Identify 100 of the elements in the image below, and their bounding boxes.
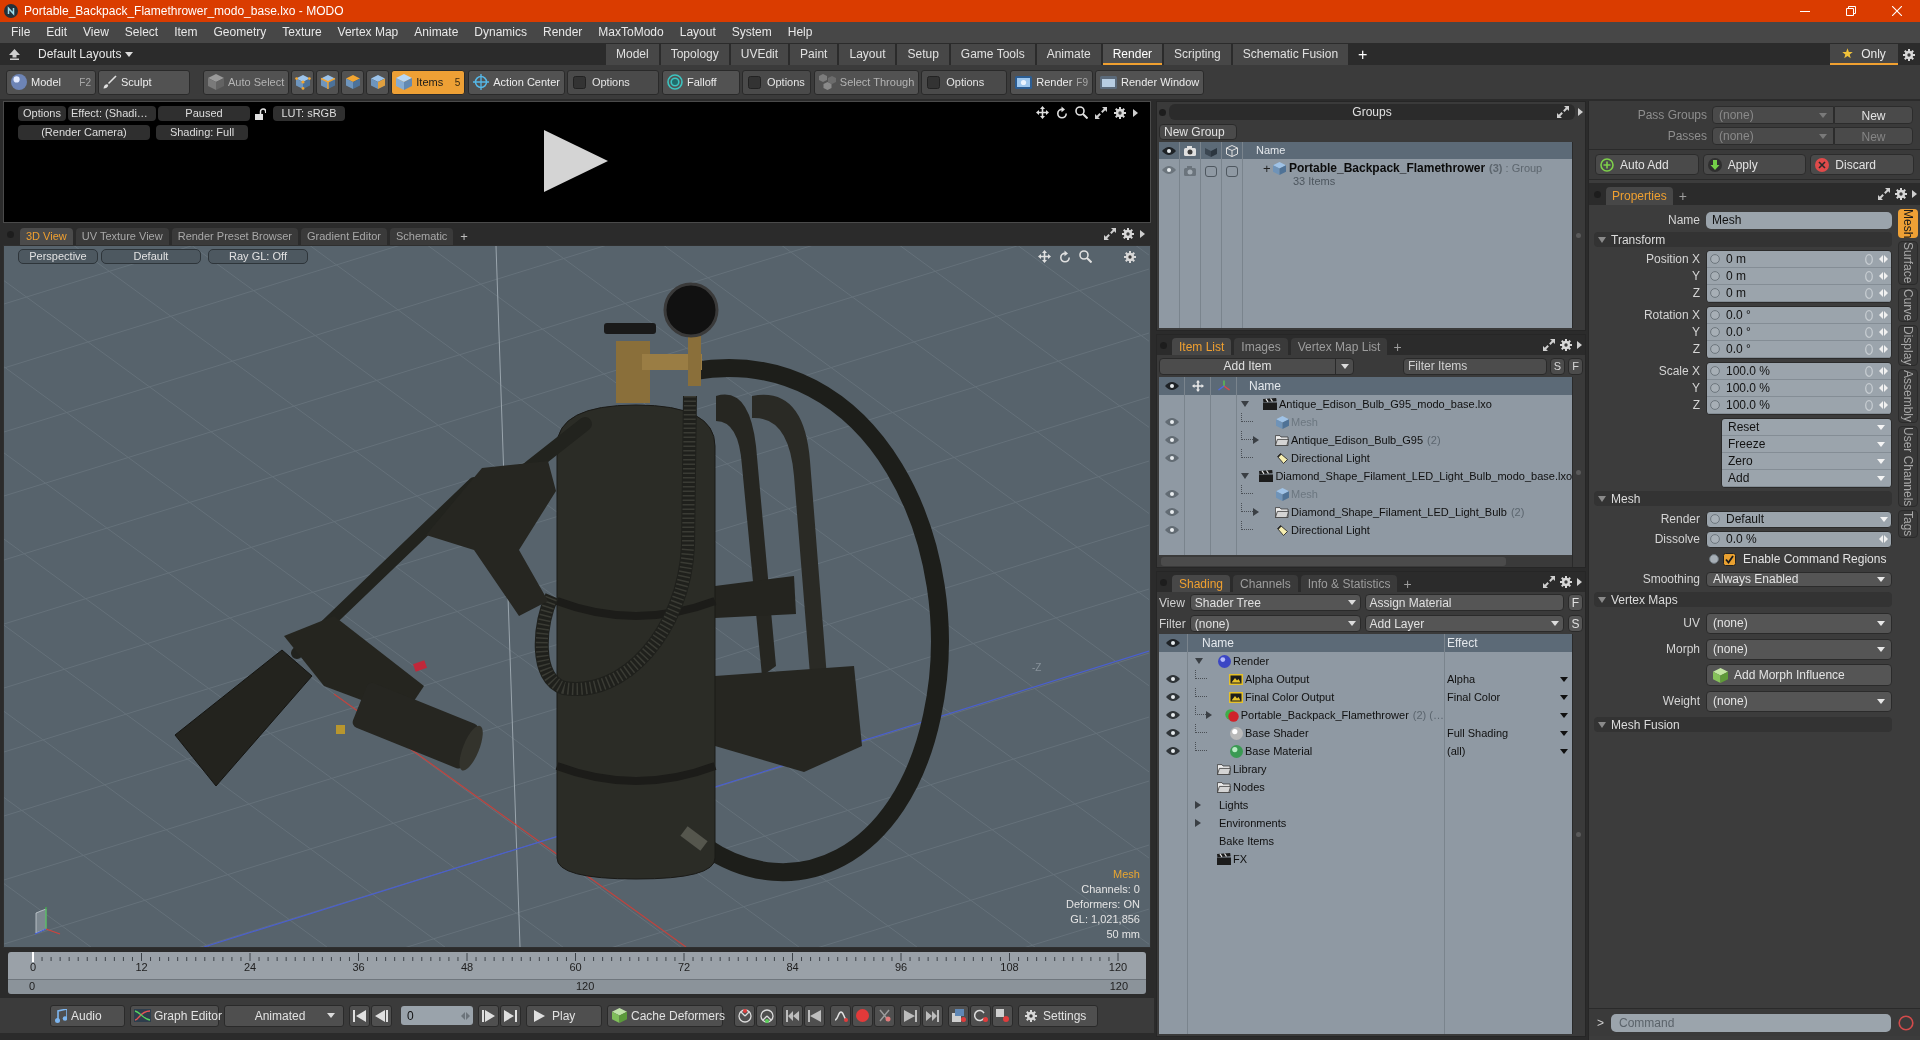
side-tab[interactable]: Mesh	[1898, 209, 1918, 239]
toggle-box-icon[interactable]	[1226, 166, 1238, 177]
menu-item[interactable]: System	[723, 22, 780, 43]
previous-key-button[interactable]	[734, 1004, 755, 1027]
scrollbar-grip[interactable]	[1575, 831, 1581, 837]
settings-icon[interactable]	[1903, 48, 1915, 61]
menu-item[interactable]: View	[75, 22, 117, 43]
previous-frame-key-button[interactable]	[804, 1004, 825, 1027]
toolbar-button[interactable]: Sculpt	[98, 69, 190, 95]
eye-icon[interactable]	[1166, 747, 1180, 755]
toggle-box-icon[interactable]	[1205, 166, 1217, 177]
panel-tab[interactable]: Images	[1234, 338, 1288, 355]
skip-to-end-button[interactable]	[500, 1004, 521, 1027]
caret-right-icon[interactable]	[1195, 801, 1201, 809]
skip-to-start-button[interactable]	[349, 1004, 370, 1027]
menu-item[interactable]: Layout	[671, 22, 724, 43]
settings-icon[interactable]	[1560, 339, 1572, 351]
effect-dropdown[interactable]: Effect: (Shadi…	[68, 106, 156, 121]
arrow-up-icon[interactable]	[9, 48, 20, 60]
caret-down-icon[interactable]	[1598, 236, 1606, 243]
step-forward-button[interactable]	[478, 1004, 499, 1027]
viewport-tab[interactable]: Gradient Editor	[301, 228, 387, 245]
menu-item[interactable]: MaxToModo	[590, 22, 672, 43]
maximize-icon[interactable]	[1557, 106, 1569, 118]
selection-mode-button[interactable]	[316, 69, 340, 95]
toolbar-button[interactable]: Model F2	[6, 69, 96, 95]
caret-down-icon[interactable]	[1598, 495, 1606, 502]
lut-button[interactable]: LUT: sRGB	[273, 106, 345, 121]
menu-item[interactable]: Render	[535, 22, 591, 43]
panel-tab[interactable]: Item List	[1172, 338, 1232, 355]
menu-item[interactable]: Select	[116, 22, 167, 43]
item-name[interactable]: Antique_Edison_Bulb_G95_modo_base.lxo	[1279, 395, 1492, 413]
caret-down-icon[interactable]	[1241, 473, 1249, 479]
camera-dropdown[interactable]: (Render Camera)	[18, 125, 150, 140]
panel-menu-arrow-icon[interactable]	[1577, 578, 1582, 586]
value-field[interactable]: 100.0 %	[1707, 363, 1891, 380]
action-dropdown[interactable]: Reset	[1722, 419, 1891, 436]
add-item-dropdown[interactable]: Add Item	[1159, 357, 1354, 375]
viewport-tab[interactable]: Render Preset Browser	[171, 228, 298, 245]
value-field[interactable]: 0 m	[1707, 251, 1891, 268]
item-name[interactable]: Directional Light	[1291, 521, 1370, 539]
layout-tab[interactable]: Layout	[839, 44, 896, 65]
new-group-button[interactable]: New Group	[1159, 124, 1237, 140]
playhead-marker[interactable]	[32, 952, 34, 962]
ray-gl-toggle[interactable]: Ray GL: Off	[208, 249, 308, 264]
record-ring-icon[interactable]	[1898, 1014, 1914, 1031]
caret-down-icon[interactable]	[1195, 658, 1203, 664]
settings-icon[interactable]	[1895, 188, 1907, 200]
dropdown[interactable]: (none)	[1706, 638, 1892, 660]
layout-tab[interactable]: Model	[606, 44, 659, 65]
side-tab[interactable]: Surface	[1898, 241, 1918, 285]
panel-tab[interactable]: Vertex Map List	[1290, 338, 1388, 355]
maximize-icon[interactable]	[1543, 576, 1555, 588]
value-field[interactable]: 0.0 °	[1707, 324, 1891, 341]
maximize-icon[interactable]	[1543, 339, 1555, 351]
key-options-button[interactable]	[948, 1004, 969, 1027]
next-frame-key-button[interactable]	[900, 1004, 921, 1027]
caret-right-icon[interactable]	[1253, 436, 1259, 444]
caret-icon[interactable]	[1560, 730, 1568, 736]
item-name[interactable]: Diamond_Shape_Filament_LED_Light_Bulb	[1291, 503, 1507, 521]
channel-dropdown[interactable]: Default	[1706, 510, 1892, 528]
projection-dropdown[interactable]: Perspective	[18, 249, 98, 264]
caret-icon[interactable]	[1560, 676, 1568, 682]
key-reset-button[interactable]	[970, 1004, 991, 1027]
menu-item[interactable]: Help	[779, 22, 821, 43]
panel-menu-arrow-icon[interactable]	[1578, 108, 1583, 116]
caret-icon[interactable]	[1560, 712, 1568, 718]
caret-right-icon[interactable]	[1253, 508, 1259, 516]
key-selection-button[interactable]	[874, 1004, 895, 1027]
viewport-tab[interactable]: UV Texture View	[75, 228, 169, 245]
action-button[interactable]: Auto Add	[1595, 154, 1699, 175]
settings-icon[interactable]	[1560, 576, 1572, 588]
caret-right-icon[interactable]	[1205, 711, 1212, 719]
layout-tab[interactable]: Scripting	[1164, 44, 1231, 65]
record-button[interactable]	[852, 1004, 873, 1027]
caret-down-icon[interactable]	[1598, 721, 1606, 728]
eye-icon[interactable]	[1166, 729, 1180, 737]
cache-deformers-button[interactable]: Cache Deformers	[607, 1004, 723, 1027]
side-tab[interactable]: Tags	[1898, 510, 1918, 538]
action-button[interactable]: Discard	[1810, 154, 1914, 175]
action-dropdown[interactable]: Add	[1722, 470, 1891, 487]
new-button[interactable]: New	[1834, 106, 1913, 124]
checkbox[interactable]	[747, 75, 761, 89]
maximize-icon[interactable]	[1878, 188, 1890, 200]
auto-key-button[interactable]	[830, 1004, 851, 1027]
action-dropdown[interactable]: Freeze	[1722, 436, 1891, 453]
value-field[interactable]: 100.0 %	[1707, 380, 1891, 397]
status-button[interactable]: Paused	[158, 106, 250, 121]
key-clear-button[interactable]	[992, 1004, 1013, 1027]
settings-icon[interactable]	[1124, 250, 1136, 263]
only-toggle[interactable]: Only	[1830, 44, 1898, 65]
value-field[interactable]: 0 m	[1707, 285, 1891, 302]
play-button[interactable]: Play	[526, 1004, 602, 1027]
menu-item[interactable]: Item	[166, 22, 206, 43]
panel-menu-arrow-icon[interactable]	[1140, 230, 1145, 238]
filter-option-button[interactable]: F	[1568, 357, 1583, 375]
move-icon[interactable]	[1036, 106, 1049, 119]
panel-menu-arrow-icon[interactable]	[1577, 341, 1582, 349]
checkbox[interactable]	[927, 75, 941, 89]
section-header[interactable]: Mesh Fusion	[1594, 717, 1892, 732]
